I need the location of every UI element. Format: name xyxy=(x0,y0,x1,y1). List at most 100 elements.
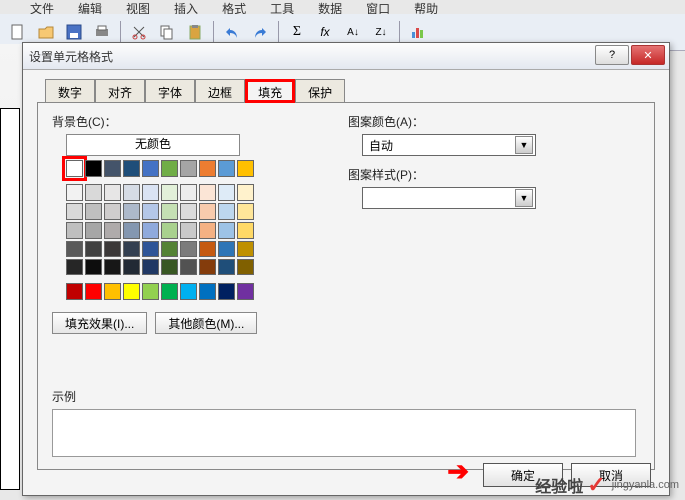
color-swatch[interactable] xyxy=(199,160,216,177)
menu-data[interactable]: 数据 xyxy=(318,0,342,14)
tab-border[interactable]: 边框 xyxy=(195,79,245,103)
color-swatch[interactable] xyxy=(66,203,83,220)
color-swatch[interactable] xyxy=(180,259,197,275)
color-swatch[interactable] xyxy=(104,259,121,275)
menu-format[interactable]: 格式 xyxy=(222,0,246,14)
color-swatch[interactable] xyxy=(161,203,178,220)
paste-icon[interactable] xyxy=(183,20,207,44)
color-swatch[interactable] xyxy=(199,184,216,201)
color-swatch[interactable] xyxy=(180,222,197,239)
color-swatch[interactable] xyxy=(161,160,178,177)
fx-icon[interactable]: fx xyxy=(313,20,337,44)
color-swatch[interactable] xyxy=(123,222,140,239)
color-swatch[interactable] xyxy=(180,184,197,201)
color-swatch[interactable] xyxy=(85,184,102,201)
color-swatch[interactable] xyxy=(66,283,83,300)
color-swatch[interactable] xyxy=(142,283,159,300)
color-swatch[interactable] xyxy=(66,241,83,257)
print-icon[interactable] xyxy=(90,20,114,44)
color-swatch[interactable] xyxy=(85,222,102,239)
color-swatch[interactable] xyxy=(123,203,140,220)
color-swatch[interactable] xyxy=(237,259,254,275)
color-swatch[interactable] xyxy=(104,283,121,300)
menu-edit[interactable]: 编辑 xyxy=(78,0,102,14)
menu-view[interactable]: 视图 xyxy=(126,0,150,14)
color-swatch[interactable] xyxy=(237,241,254,257)
color-swatch[interactable] xyxy=(85,203,102,220)
color-swatch[interactable] xyxy=(161,241,178,257)
no-color-button[interactable]: 无颜色 xyxy=(66,134,240,156)
color-swatch[interactable] xyxy=(237,160,254,177)
color-swatch[interactable] xyxy=(123,259,140,275)
color-swatch[interactable] xyxy=(66,259,83,275)
tab-align[interactable]: 对齐 xyxy=(95,79,145,103)
cut-icon[interactable] xyxy=(127,20,151,44)
menu-help[interactable]: 帮助 xyxy=(414,0,438,14)
open-icon[interactable] xyxy=(34,20,58,44)
new-icon[interactable] xyxy=(6,20,30,44)
color-swatch[interactable] xyxy=(199,241,216,257)
tab-protect[interactable]: 保护 xyxy=(295,79,345,103)
ok-button[interactable]: 确定 xyxy=(483,463,563,487)
color-swatch[interactable] xyxy=(66,160,83,177)
menu-tools[interactable]: 工具 xyxy=(270,0,294,14)
color-swatch[interactable] xyxy=(104,184,121,201)
color-swatch[interactable] xyxy=(199,259,216,275)
color-swatch[interactable] xyxy=(199,203,216,220)
color-swatch[interactable] xyxy=(142,160,159,177)
color-swatch[interactable] xyxy=(123,184,140,201)
color-swatch[interactable] xyxy=(85,283,102,300)
color-swatch[interactable] xyxy=(142,203,159,220)
color-swatch[interactable] xyxy=(142,222,159,239)
color-swatch[interactable] xyxy=(142,184,159,201)
tab-number[interactable]: 数字 xyxy=(45,79,95,103)
color-swatch[interactable] xyxy=(218,184,235,201)
menu-insert[interactable]: 插入 xyxy=(174,0,198,14)
color-swatch[interactable] xyxy=(104,160,121,177)
sum-icon[interactable]: Σ xyxy=(285,20,309,44)
color-swatch[interactable] xyxy=(142,259,159,275)
color-swatch[interactable] xyxy=(218,222,235,239)
color-swatch[interactable] xyxy=(104,203,121,220)
close-button[interactable]: ✕ xyxy=(631,45,665,65)
color-swatch[interactable] xyxy=(123,160,140,177)
color-swatch[interactable] xyxy=(237,184,254,201)
save-icon[interactable] xyxy=(62,20,86,44)
color-swatch[interactable] xyxy=(142,241,159,257)
color-swatch[interactable] xyxy=(85,259,102,275)
color-swatch[interactable] xyxy=(180,160,197,177)
cancel-button[interactable]: 取消 xyxy=(571,463,651,487)
copy-icon[interactable] xyxy=(155,20,179,44)
tab-fill[interactable]: 填充 xyxy=(245,79,295,103)
fill-effects-button[interactable]: 填充效果(I)... xyxy=(52,312,147,334)
color-swatch[interactable] xyxy=(180,283,197,300)
color-swatch[interactable] xyxy=(104,241,121,257)
chart-icon[interactable] xyxy=(406,20,430,44)
color-swatch[interactable] xyxy=(218,241,235,257)
color-swatch[interactable] xyxy=(218,160,235,177)
color-swatch[interactable] xyxy=(237,283,254,300)
color-swatch[interactable] xyxy=(180,241,197,257)
pattern-color-combo[interactable]: 自动 ▼ xyxy=(362,134,536,156)
color-swatch[interactable] xyxy=(218,259,235,275)
menu-window[interactable]: 窗口 xyxy=(366,0,390,14)
more-colors-button[interactable]: 其他颜色(M)... xyxy=(155,312,257,334)
color-swatch[interactable] xyxy=(180,203,197,220)
color-swatch[interactable] xyxy=(199,283,216,300)
color-swatch[interactable] xyxy=(161,283,178,300)
color-swatch[interactable] xyxy=(66,222,83,239)
help-button[interactable]: ? xyxy=(595,45,629,65)
color-swatch[interactable] xyxy=(104,222,121,239)
color-swatch[interactable] xyxy=(123,241,140,257)
color-swatch[interactable] xyxy=(199,222,216,239)
color-swatch[interactable] xyxy=(218,203,235,220)
color-swatch[interactable] xyxy=(85,160,102,177)
color-swatch[interactable] xyxy=(161,222,178,239)
color-swatch[interactable] xyxy=(161,184,178,201)
menu-file[interactable]: 文件 xyxy=(30,0,54,14)
color-swatch[interactable] xyxy=(85,241,102,257)
color-swatch[interactable] xyxy=(218,283,235,300)
color-swatch[interactable] xyxy=(161,259,178,275)
redo-icon[interactable] xyxy=(248,20,272,44)
undo-icon[interactable] xyxy=(220,20,244,44)
